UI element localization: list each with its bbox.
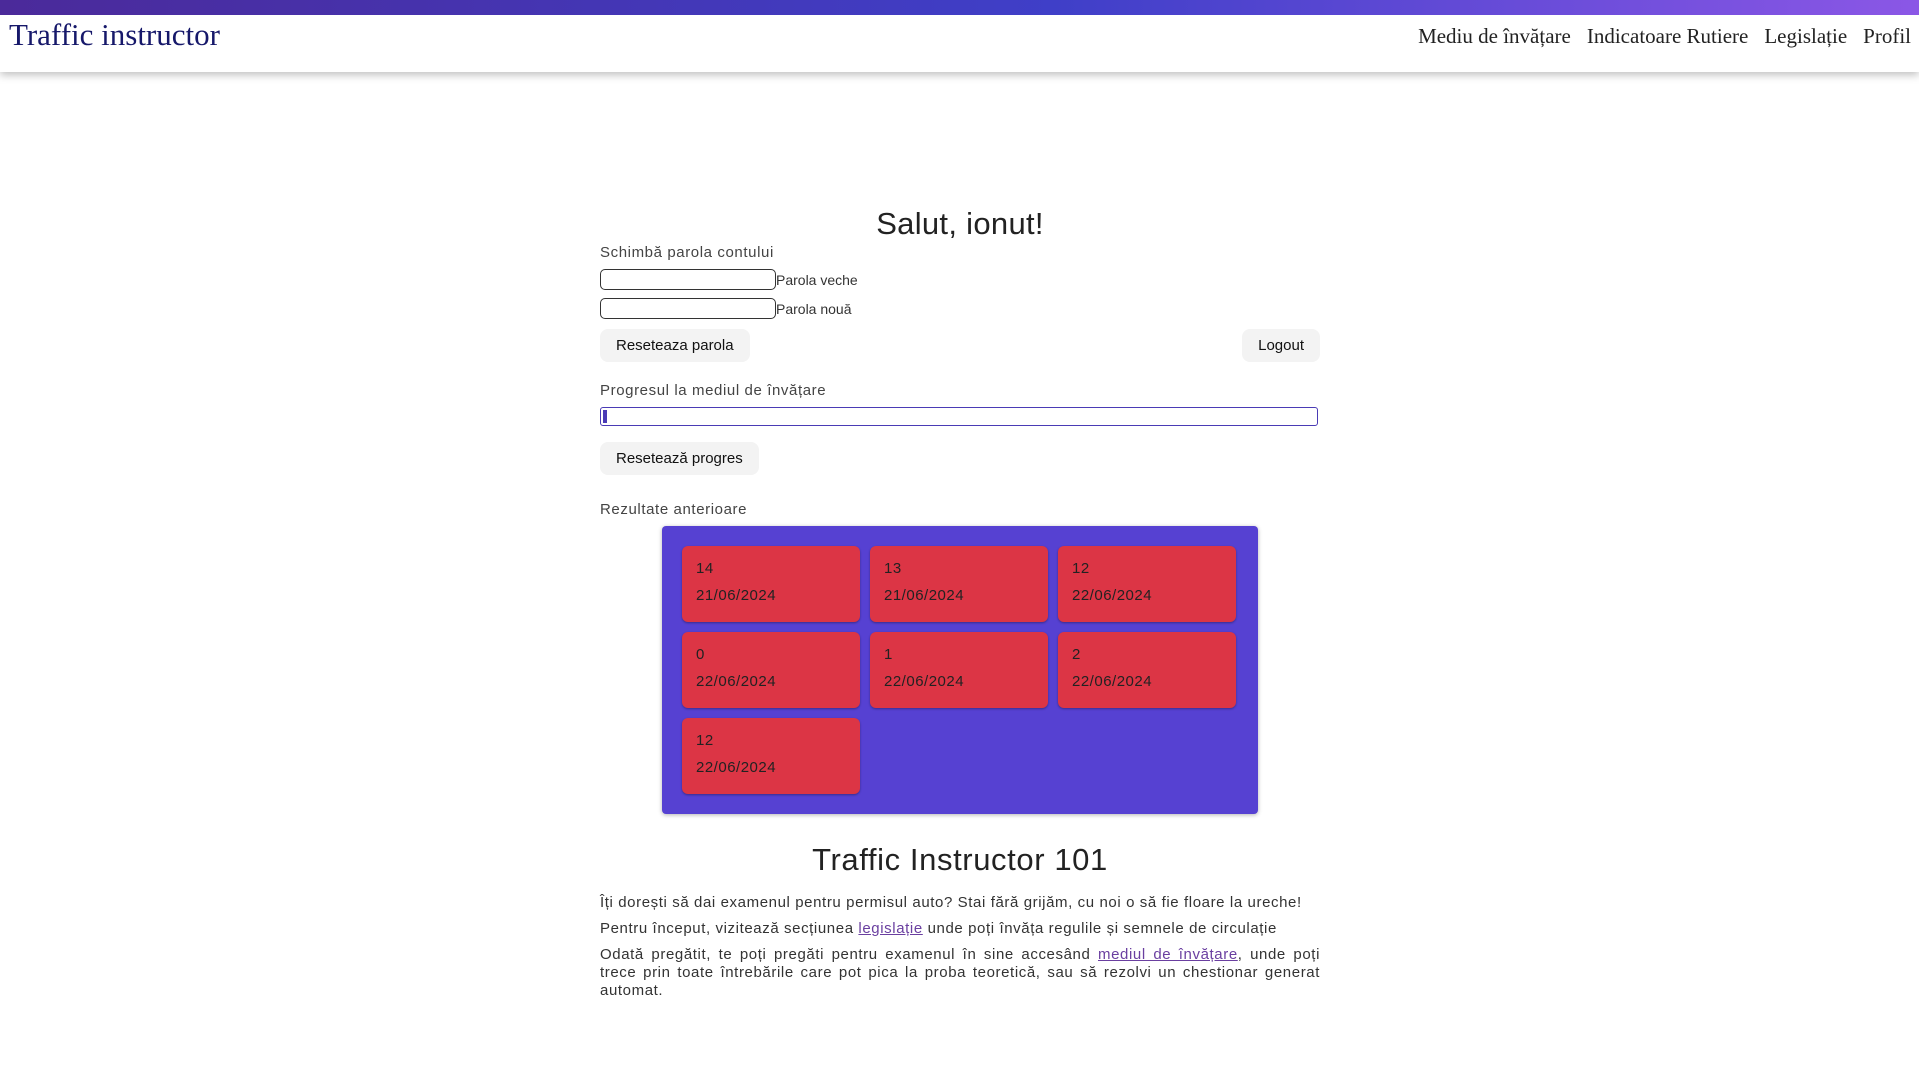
result-card[interactable]: 0 22/06/2024 xyxy=(682,632,860,708)
result-score: 14 xyxy=(696,560,714,577)
result-card[interactable]: 1 22/06/2024 xyxy=(870,632,1048,708)
page-title: Salut, ionut! xyxy=(876,206,1044,241)
result-date: 21/06/2024 xyxy=(884,587,965,604)
learning-environment-link[interactable]: mediul de învățare xyxy=(1098,946,1238,963)
brand-title[interactable]: Traffic instructor xyxy=(9,17,220,53)
about-section: Traffic Instructor 101 Îți dorești să da… xyxy=(600,842,1320,1000)
result-date: 22/06/2024 xyxy=(696,759,777,776)
old-password-input[interactable] xyxy=(600,269,776,290)
nav-item-profile[interactable]: Profil xyxy=(1863,24,1911,49)
progress-label: Progresul la mediul de învățare xyxy=(600,382,827,399)
result-score: 1 xyxy=(884,646,893,663)
result-card[interactable]: 12 22/06/2024 xyxy=(1058,546,1236,622)
nav-item-learning[interactable]: Mediu de învățare xyxy=(1418,24,1571,49)
result-card[interactable]: 13 21/06/2024 xyxy=(870,546,1048,622)
reset-progress-row: Resetează progres xyxy=(600,442,1320,475)
about-p2-text-after: unde poți învăța regulile și semnele de … xyxy=(922,920,1277,937)
result-card[interactable]: 14 21/06/2024 xyxy=(682,546,860,622)
result-date: 22/06/2024 xyxy=(696,673,777,690)
result-score: 13 xyxy=(884,560,902,577)
top-navbar: Traffic instructor Mediu de învățare Ind… xyxy=(0,0,1919,72)
result-date: 22/06/2024 xyxy=(1072,673,1153,690)
main-nav: Mediu de învățare Indicatoare Rutiere Le… xyxy=(1418,24,1911,49)
learning-progress-fill xyxy=(603,410,607,423)
about-paragraph-1: Îți dorești să dai examenul pentru permi… xyxy=(600,894,1302,911)
result-score: 2 xyxy=(1072,646,1081,663)
results-label: Rezultate anterioare xyxy=(600,501,748,518)
old-password-row: Parola veche xyxy=(600,269,1320,290)
logout-button[interactable]: Logout xyxy=(1242,329,1320,362)
old-password-label: Parola veche xyxy=(776,271,858,288)
result-score: 12 xyxy=(1072,560,1090,577)
result-date: 22/06/2024 xyxy=(884,673,965,690)
reset-progress-button[interactable]: Resetează progres xyxy=(600,442,759,475)
about-paragraph-2: Pentru început, vizitează secțiunea legi… xyxy=(600,920,1320,938)
result-score: 12 xyxy=(696,732,714,749)
result-date: 21/06/2024 xyxy=(696,587,777,604)
new-password-label: Parola nouă xyxy=(776,300,852,317)
new-password-input[interactable] xyxy=(600,298,776,319)
reset-password-button[interactable]: Reseteaza parola xyxy=(600,329,750,362)
new-password-row: Parola nouă xyxy=(600,298,1320,319)
about-title: Traffic Instructor 101 xyxy=(812,842,1108,877)
profile-container: Salut, ionut! Schimbă parola contului Pa… xyxy=(600,200,1320,1008)
result-card[interactable]: 12 22/06/2024 xyxy=(682,718,860,794)
result-date: 22/06/2024 xyxy=(1072,587,1153,604)
about-p2-text-before: Pentru început, vizitează secțiunea xyxy=(600,920,859,937)
about-paragraph-3: Odată pregătit, te poți pregăti pentru e… xyxy=(600,946,1320,1000)
legislation-link[interactable]: legislație xyxy=(858,920,922,937)
about-p3-text-before: Odată pregătit, te poți pregăti pentru e… xyxy=(600,946,1098,963)
nav-item-legislation[interactable]: Legislație xyxy=(1764,24,1847,49)
change-password-label: Schimbă parola contului xyxy=(600,244,774,261)
result-score: 0 xyxy=(696,646,705,663)
account-buttons: Reseteaza parola Logout xyxy=(600,329,1320,362)
nav-item-road-signs[interactable]: Indicatoare Rutiere xyxy=(1587,24,1749,49)
result-card[interactable]: 2 22/06/2024 xyxy=(1058,632,1236,708)
learning-progress-bar xyxy=(600,407,1318,426)
results-panel: 14 21/06/2024 13 21/06/2024 12 22/06/2024 0 22/… xyxy=(662,526,1258,814)
header-gradient-stripe xyxy=(0,0,1919,15)
